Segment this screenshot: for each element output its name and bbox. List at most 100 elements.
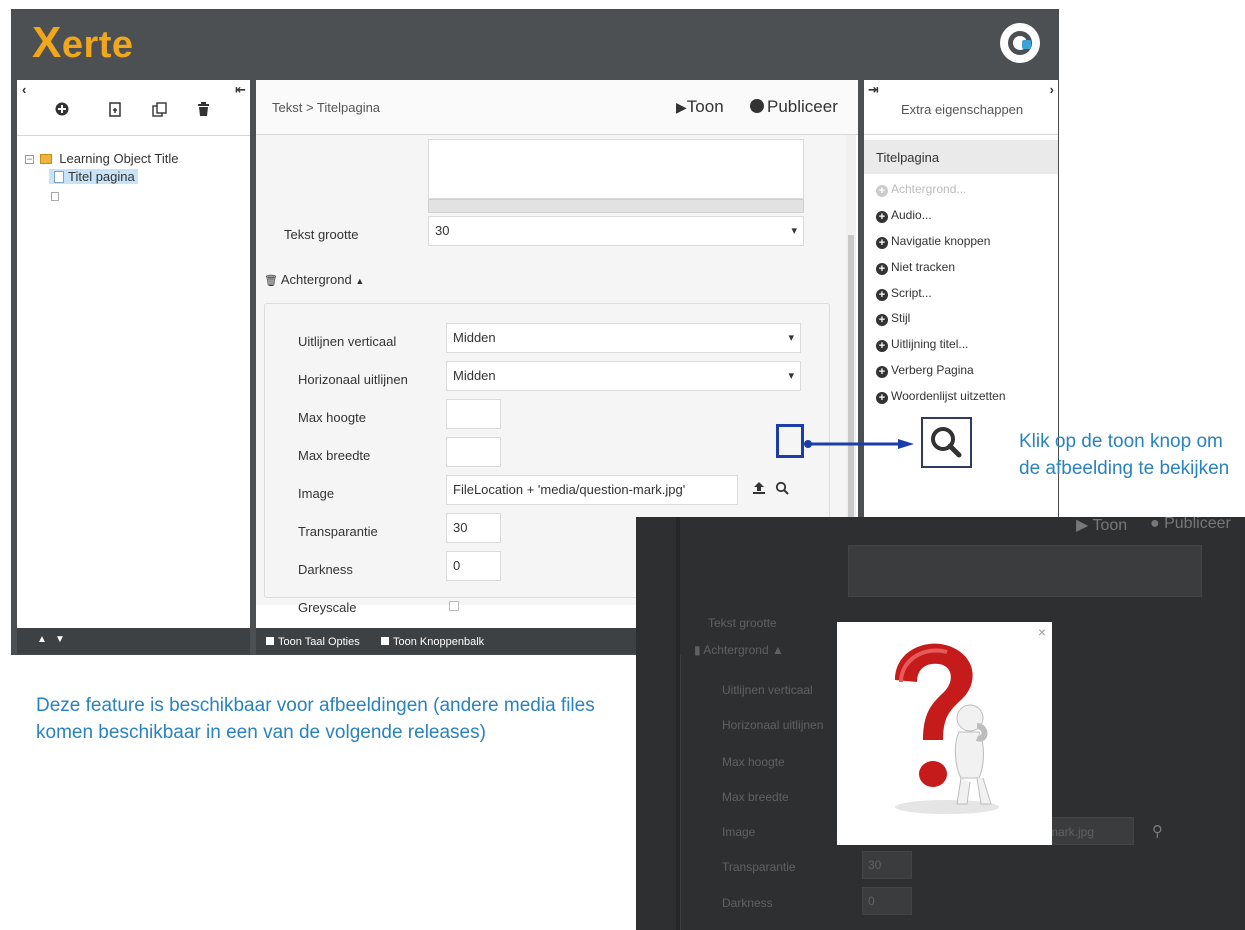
option-woordenlijst-uitzetten[interactable]: + Woordenlijst uitzetten [876, 389, 1006, 404]
image-preview-modal: × [837, 622, 1052, 845]
add-icon: + [876, 263, 888, 275]
publish-button[interactable]: Publiceer [750, 97, 838, 117]
callout-arrow [804, 439, 914, 449]
page-tree: − Learning Object Title Titel pagina [25, 150, 178, 204]
option-label: Woordenlijst uitzetten [891, 389, 1006, 403]
preview-button[interactable]: ▶Toon [676, 97, 724, 117]
overlay-publiceer: ● Publiceer [1150, 517, 1231, 532]
overlay-tekst-grootte: Tekst grootte [708, 616, 777, 630]
callout-text: Klik op de toon knop om de afbeelding te… [1019, 431, 1230, 479]
add-icon: + [876, 392, 888, 404]
search-button-highlight [776, 424, 804, 458]
structure-panel: ‹ ⇤ − Learning Object Title Titel pagina [17, 80, 250, 628]
text-editor-area[interactable] [428, 139, 804, 199]
overlay-image: Image [722, 825, 756, 839]
search-icon [931, 427, 962, 458]
publish-button-label: Publiceer [767, 97, 838, 116]
option-label: Uitlijning titel... [891, 337, 969, 351]
overlay-uitlijnen-verticaal: Uitlijnen verticaal [722, 683, 813, 697]
achtergrond-header[interactable]: 🗑 Achtergrond ▲ [264, 272, 364, 287]
achtergrond-title: Achtergrond [280, 272, 352, 287]
greyscale-checkbox[interactable] [449, 601, 459, 611]
overlay-max-breedte: Max breedte [722, 790, 789, 804]
add-page-button[interactable] [54, 102, 70, 118]
search-icon-callout [921, 417, 972, 468]
option-label: Niet tracken [891, 260, 956, 274]
add-icon: + [876, 289, 888, 301]
tree-expander-icon[interactable]: − [25, 155, 34, 164]
checkbox-icon [266, 637, 274, 645]
extra-properties-header: ⇥ › Extra eigenschappen [864, 80, 1058, 135]
option-label: Stijl [891, 311, 911, 325]
preview-button-label: Toon [686, 97, 724, 116]
move-up-icon[interactable]: ▲ [37, 634, 47, 645]
move-down-icon[interactable]: ▼ [55, 634, 65, 645]
toon-knoppenbalk-toggle[interactable]: Toon Knoppenbalk [381, 636, 484, 648]
delete-page-button[interactable] [195, 102, 211, 118]
question-mark-image [895, 643, 999, 814]
max-hoogte-label: Max hoogte [298, 410, 366, 425]
page-icon [51, 192, 59, 201]
option-navigatie-knoppen[interactable]: + Navigatie knoppen [876, 234, 990, 249]
globe-icon [750, 99, 764, 113]
tree-item-empty[interactable] [25, 186, 178, 204]
overlay-toon: ▶ Toon [1076, 517, 1128, 534]
tree-root[interactable]: − Learning Object Title [25, 150, 178, 168]
collapse-left-icon[interactable]: ‹ [22, 82, 26, 97]
add-icon: + [876, 211, 888, 223]
pin-left-icon[interactable]: ⇤ [235, 82, 246, 98]
pin-right-icon[interactable]: ⇥ [868, 82, 879, 98]
trash-icon[interactable]: 🗑 [264, 275, 278, 287]
overlay-transparantie: Transparantie [722, 860, 796, 874]
option-label: Verberg Pagina [891, 363, 974, 377]
option-stijl[interactable]: + Stijl [876, 311, 910, 326]
toon-taal-opties-label: Toon Taal Opties [278, 636, 360, 648]
max-hoogte-input[interactable] [446, 399, 501, 429]
max-breedte-input[interactable] [446, 437, 501, 467]
option-achtergrond: + Achtergrond... [876, 182, 966, 197]
overlay-horizonaal-uitlijnen: Horizonaal uitlijnen [722, 718, 824, 732]
option-niet-tracken[interactable]: + Niet tracken [876, 260, 955, 275]
tree-item-titel-pagina[interactable]: Titel pagina [25, 168, 178, 186]
import-page-button[interactable] [107, 102, 123, 118]
caret-up-icon: ▲ [355, 276, 365, 286]
transparantie-input[interactable]: 30 [446, 513, 501, 543]
brand-icon [1000, 23, 1040, 63]
breadcrumb: Tekst > Titelpagina [272, 100, 381, 115]
expand-right-icon[interactable]: › [1050, 82, 1054, 97]
max-breedte-label: Max breedte [298, 448, 371, 463]
overlay-darkness-value: 0 [868, 894, 875, 908]
option-uitlijning-titel[interactable]: + Uitlijning titel... [876, 337, 968, 352]
titelpagina-section: Titelpagina [864, 140, 1058, 174]
option-audio[interactable]: + Audio... [876, 208, 932, 223]
add-icon: + [876, 340, 888, 352]
greyscale-label: Greyscale [298, 600, 357, 615]
xerte-logo: Xerte [32, 18, 134, 67]
add-icon: + [876, 314, 888, 326]
horizonaal-uitlijnen-select[interactable]: Midden [446, 361, 801, 391]
option-script[interactable]: + Script... [876, 286, 932, 301]
option-label: Navigatie knoppen [891, 234, 991, 248]
overlay-image-value: mark.jpg [1048, 825, 1095, 839]
editor-resize-bar[interactable] [428, 199, 804, 213]
tekst-grootte-select[interactable]: 30 [428, 216, 804, 246]
tree-item-label: Titel pagina [68, 169, 135, 184]
preview-image-search-icon[interactable] [775, 481, 789, 500]
extra-properties-title: Extra eigenschappen [901, 102, 1024, 117]
top-bar: Xerte [12, 10, 1058, 80]
overlay-textarea [848, 545, 1202, 597]
image-input[interactable]: FileLocation + 'media/question-mark.jpg' [446, 475, 738, 505]
toon-taal-opties-toggle[interactable]: Toon Taal Opties [266, 636, 360, 648]
option-verberg-pagina[interactable]: + Verberg Pagina [876, 363, 974, 378]
overlay-darkness: Darkness [722, 896, 773, 910]
close-icon[interactable]: × [1038, 624, 1046, 640]
uitlijnen-verticaal-select[interactable]: Midden [446, 323, 801, 353]
darkness-input[interactable]: 0 [446, 551, 501, 581]
properties-header: Tekst > Titelpagina ▶Toon Publiceer [256, 80, 858, 135]
horizonaal-uitlijnen-label: Horizonaal uitlijnen [298, 372, 408, 387]
duplicate-page-button[interactable] [151, 102, 167, 118]
upload-icon[interactable] [752, 481, 766, 500]
preview-overlay-screenshot: ▶ Toon ● Publiceer Tekst grootte ▮ Achte… [636, 517, 1245, 930]
properties-footer: Toon Taal Opties Toon Knoppenbalk [256, 628, 636, 654]
toon-knoppenbalk-label: Toon Knoppenbalk [393, 636, 485, 648]
